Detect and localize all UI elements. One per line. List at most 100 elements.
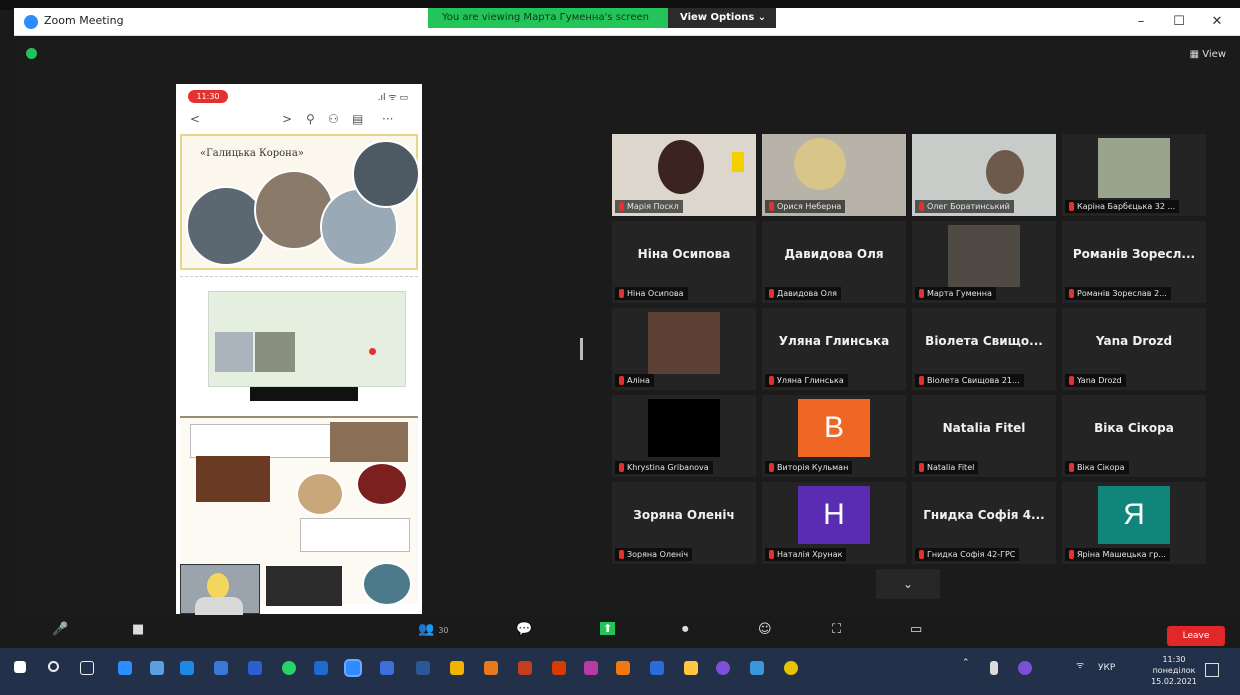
powerpoint-icon[interactable] — [518, 661, 532, 675]
edge-icon[interactable] — [118, 661, 132, 675]
tray-icon[interactable] — [990, 661, 998, 675]
self-view-person — [195, 597, 243, 615]
video-button[interactable]: ■ — [132, 622, 144, 637]
app-icon[interactable] — [616, 661, 630, 675]
app-icon[interactable] — [450, 661, 464, 675]
mic-muted-icon — [919, 289, 924, 298]
app-icon[interactable] — [552, 661, 566, 675]
participant-tile[interactable]: Зоряна Оленіч Зоряна Оленіч — [612, 482, 756, 564]
apps-button[interactable]: ⛶ — [832, 622, 841, 637]
file-explorer-icon[interactable] — [684, 661, 698, 675]
more-icon: ··· — [382, 112, 394, 126]
notifications-icon[interactable] — [1205, 663, 1219, 677]
app-icon[interactable] — [248, 661, 262, 675]
participant-name-label: Марта Гуменна — [915, 287, 996, 300]
participant-tile[interactable]: В Виторія Кульман — [762, 395, 906, 477]
language-indicator[interactable]: УКР — [1098, 663, 1115, 673]
app-icon[interactable] — [380, 661, 394, 675]
participant-tile[interactable]: Орися Неберна — [762, 134, 906, 216]
app-icon[interactable] — [484, 661, 498, 675]
participant-name-label: Романів Зореслав 2... — [1065, 287, 1171, 300]
photo-castle — [352, 140, 420, 208]
search-icon[interactable] — [48, 661, 59, 672]
participant-tile[interactable]: Аліна — [612, 308, 756, 390]
self-view-video[interactable] — [180, 564, 260, 615]
participant-name: Зоряна Оленіч — [633, 508, 735, 522]
participant-name-label: Гнидка Софія 42-ГРС — [915, 548, 1020, 561]
next-page-chevron-icon[interactable]: ⌄ — [876, 569, 940, 599]
participant-name-label: Орися Неберна — [765, 200, 846, 213]
leave-button[interactable]: Leave — [1167, 626, 1225, 646]
map-caption — [250, 387, 358, 401]
participant-tile[interactable]: Yana Drozd Yana Drozd — [1062, 308, 1206, 390]
participant-tile[interactable]: Марія Поскл — [612, 134, 756, 216]
reactions-button[interactable]: ☺ — [758, 622, 772, 637]
photo-lake — [186, 186, 266, 266]
minimize-button[interactable]: – — [1126, 12, 1156, 32]
map-image — [208, 291, 406, 387]
record-button[interactable]: ⏺ — [682, 622, 689, 637]
close-button[interactable]: ✕ — [1202, 12, 1232, 32]
app-icon[interactable] — [416, 661, 430, 675]
tray-viber-icon[interactable] — [1018, 661, 1032, 675]
share-screen-button[interactable]: ⬆ — [600, 622, 616, 635]
participant-video — [948, 225, 1020, 287]
mic-muted-icon — [919, 202, 924, 211]
back-icon: < — [190, 112, 201, 126]
chat-button[interactable]: 💬 — [516, 622, 532, 637]
participant-name-label: Аліна — [615, 374, 654, 387]
photo-food — [296, 472, 344, 516]
zoom-taskbar-icon[interactable] — [344, 659, 362, 677]
maximize-button[interactable]: ☐ — [1164, 12, 1194, 32]
mail-icon[interactable] — [214, 661, 228, 675]
participant-tile[interactable]: Уляна Глинська Уляна Глинська — [762, 308, 906, 390]
view-button[interactable]: ▭ — [910, 622, 922, 637]
mute-button[interactable]: 🎤 — [52, 622, 68, 637]
participant-name-label: Давидова Оля — [765, 287, 841, 300]
participant-tile[interactable]: Ніна Осипова Ніна Осипова — [612, 221, 756, 303]
meeting-stage: ▦ View 11:30 .ıl ᯤ ▭ < > ⚲ ⚇ ▤ ··· «Гали… — [14, 36, 1240, 616]
app-icon[interactable] — [314, 661, 328, 675]
app-icon[interactable] — [584, 661, 598, 675]
mic-muted-icon — [1069, 289, 1074, 298]
view-layout-button[interactable]: ▦ View — [1190, 49, 1226, 60]
participant-tile[interactable]: Khrystina Gribanova — [612, 395, 756, 477]
phone-status-icons: .ıl ᯤ ▭ — [377, 93, 408, 103]
store-icon[interactable] — [180, 661, 194, 675]
participant-name: Уляна Глинська — [778, 334, 890, 348]
windows-start-icon[interactable] — [14, 661, 26, 673]
participant-name-label: Віолета Свищова 21... — [915, 374, 1024, 387]
participant-tile[interactable]: Давидова Оля Давидова Оля — [762, 221, 906, 303]
word-icon[interactable] — [650, 661, 664, 675]
network-icon[interactable]: ᯤ — [1076, 658, 1084, 671]
app-icon[interactable] — [750, 661, 764, 675]
viber-icon[interactable] — [716, 661, 730, 675]
whatsapp-icon[interactable] — [282, 661, 296, 675]
text-box — [300, 518, 410, 552]
participant-tile[interactable]: Романів Зоресл... Романів Зореслав 2... — [1062, 221, 1206, 303]
participant-tile[interactable]: Я Яріна Машецька гр... — [1062, 482, 1206, 564]
photo-interior — [266, 566, 342, 606]
panel-splitter[interactable] — [580, 338, 583, 360]
participant-tile[interactable]: Віка Сікора Віка Сікора — [1062, 395, 1206, 477]
tray-chevron-icon[interactable]: ⌃ — [962, 658, 970, 668]
participant-tile[interactable]: Natalia Fitel Natalia Fitel — [912, 395, 1056, 477]
clock[interactable]: 11:30 понеділок 15.02.2021 — [1148, 654, 1200, 687]
app-icon[interactable] — [150, 661, 164, 675]
participant-tile[interactable]: Гнидка Софія 4... Гнидка Софія 42-ГРС — [912, 482, 1056, 564]
participants-count: 30 — [438, 626, 449, 635]
mic-muted-icon — [619, 376, 624, 385]
view-options-button[interactable]: View Options ⌄ — [668, 8, 776, 28]
participants-button[interactable]: 👥 30 — [418, 622, 449, 637]
participant-tile[interactable]: Н Наталія Хрунак — [762, 482, 906, 564]
participant-tile[interactable]: Віолета Свищо... Віолета Свищова 21... — [912, 308, 1056, 390]
participant-tile[interactable]: Каріна Барбєцька 32 ... — [1062, 134, 1206, 216]
participant-tile[interactable]: Олег Боратинський — [912, 134, 1056, 216]
participant-name: Ніна Осипова — [637, 247, 731, 261]
chrome-icon[interactable] — [784, 661, 798, 675]
participant-tile-active-speaker[interactable]: Марта Гуменна — [912, 221, 1056, 303]
participant-name-label: Олег Боратинський — [915, 200, 1014, 213]
task-view-icon[interactable] — [80, 661, 94, 675]
encryption-shield-icon[interactable] — [26, 48, 37, 59]
participant-name: Yana Drozd — [1095, 334, 1173, 348]
